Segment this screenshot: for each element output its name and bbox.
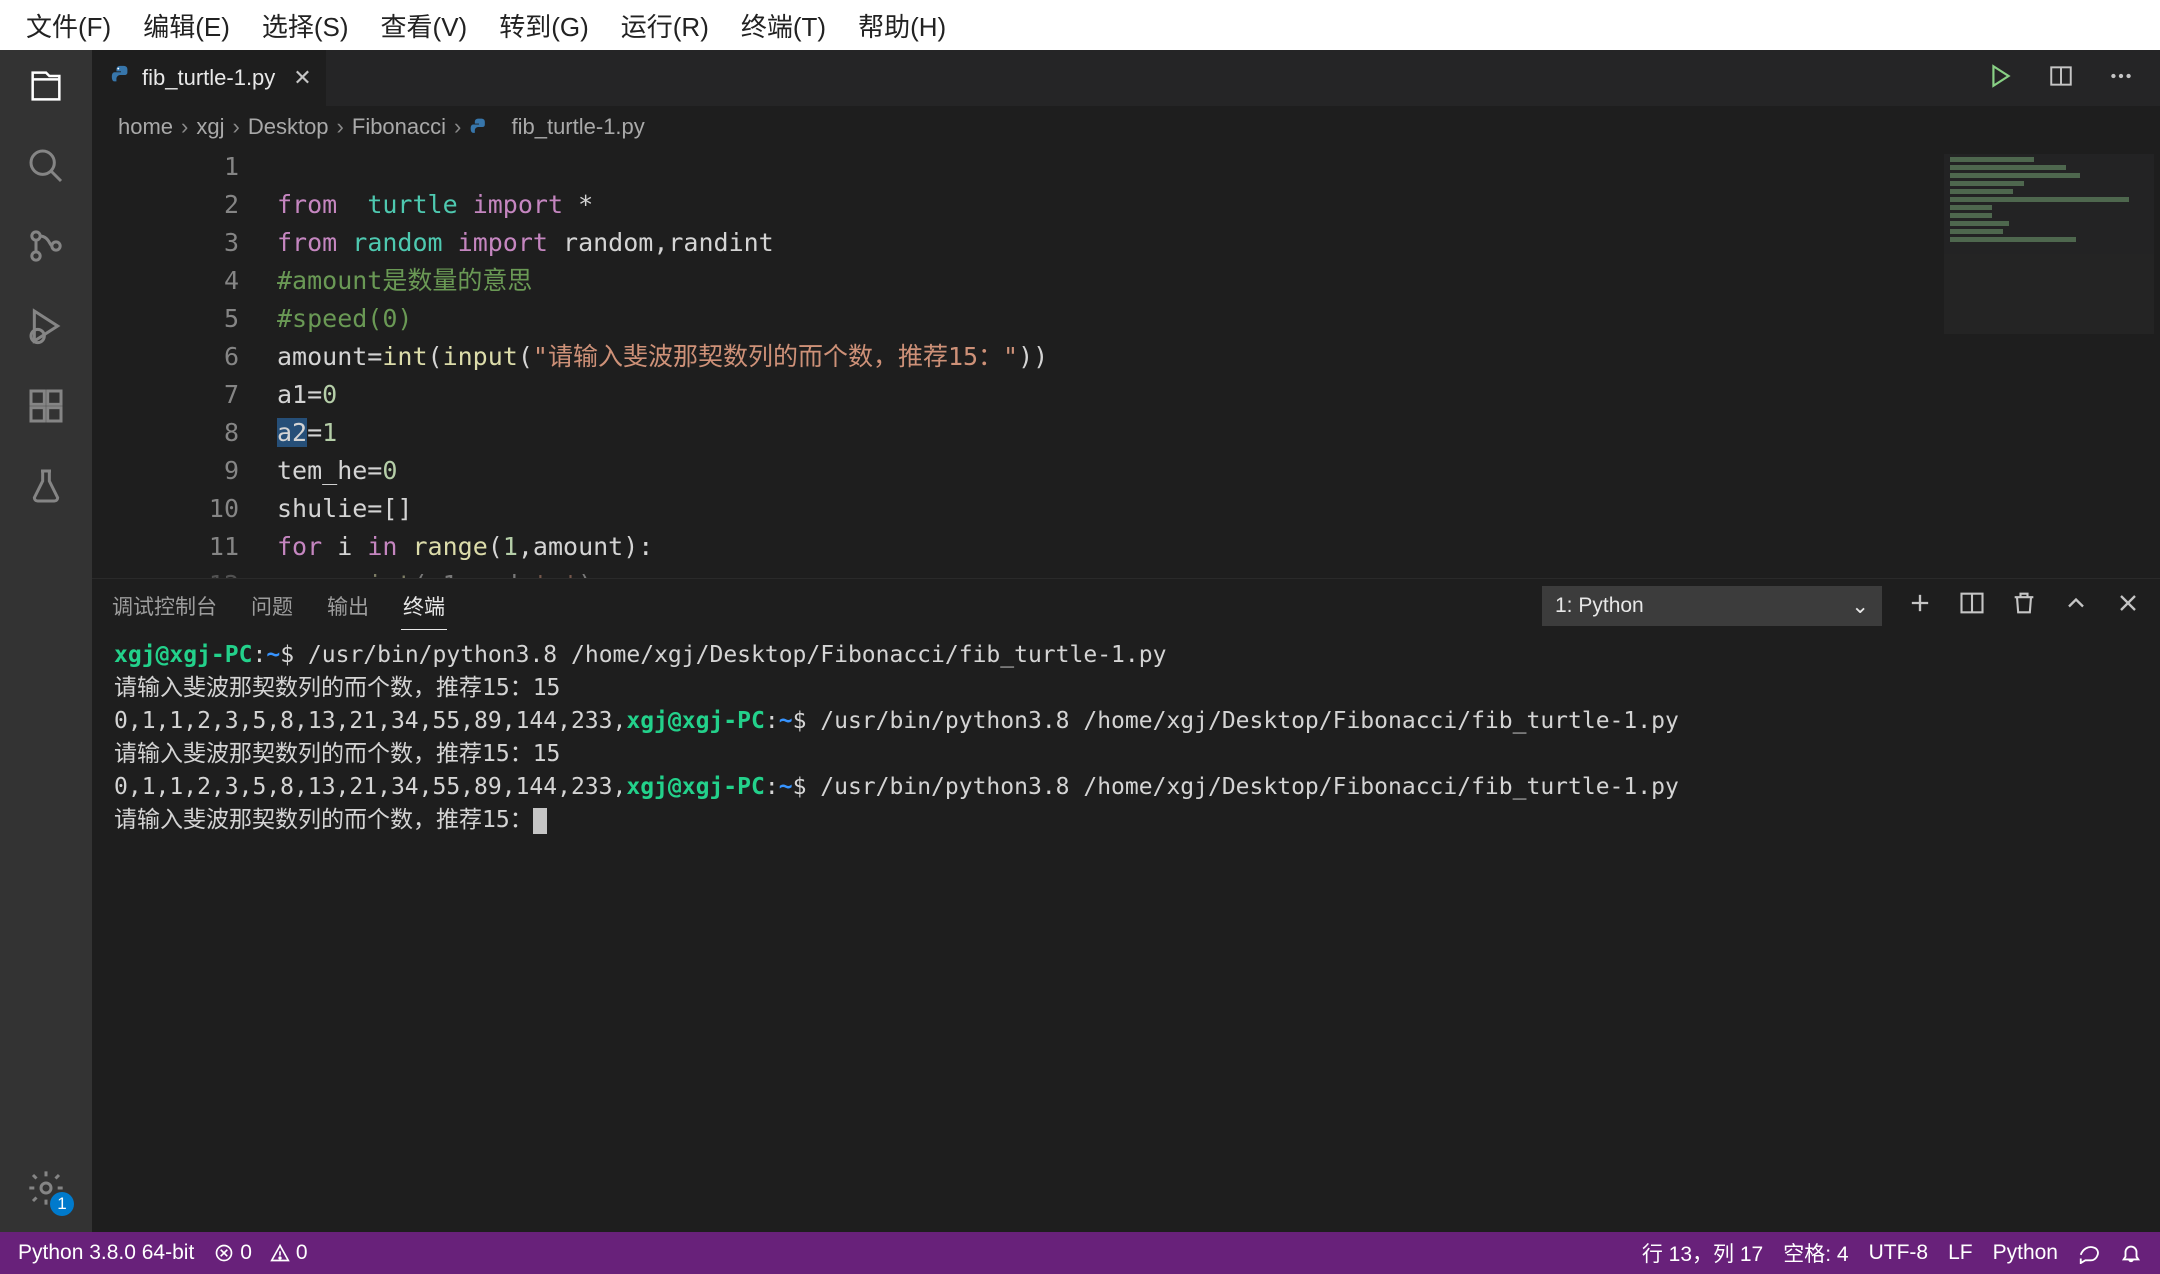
status-feedback-icon[interactable] [2078, 1242, 2100, 1264]
status-encoding[interactable]: UTF-8 [1869, 1241, 1929, 1265]
crumb-user[interactable]: xgj [196, 114, 224, 140]
split-terminal-icon[interactable] [1958, 589, 1986, 623]
python-file-icon [110, 64, 132, 92]
settings-badge: 1 [50, 1192, 74, 1216]
terminal[interactable]: xgj@xgj-PC:~$ /usr/bin/python3.8 /home/x… [92, 633, 2160, 1232]
menu-file[interactable]: 文件(F) [10, 7, 127, 44]
status-python[interactable]: Python 3.8.0 64-bit [18, 1241, 194, 1265]
chevron-right-icon: › [337, 114, 344, 140]
menu-view[interactable]: 查看(V) [365, 7, 484, 44]
tab-bar: fib_turtle-1.py ✕ [92, 50, 2160, 106]
panel-tab-terminal[interactable]: 终端 [401, 583, 447, 630]
run-debug-icon[interactable] [24, 304, 68, 348]
panel-tabs: 调试控制台 问题 输出 终端 1: Python ⌄ [92, 579, 2160, 633]
status-spaces[interactable]: 空格: 4 [1783, 1238, 1848, 1268]
settings-gear-icon[interactable]: 1 [24, 1166, 68, 1210]
status-bar: Python 3.8.0 64-bit 0 0 行 13，列 17 空格: 4 … [0, 1232, 2160, 1274]
editor[interactable]: 123456789101112 from turtle import * fro… [92, 148, 2160, 578]
crumb-home[interactable]: home [118, 114, 173, 140]
code-content[interactable]: from turtle import * from random import … [277, 148, 2160, 578]
chevron-right-icon: › [181, 114, 188, 140]
crumb-folder[interactable]: Fibonacci [352, 114, 446, 140]
status-errors[interactable]: 0 0 [214, 1241, 307, 1265]
line-number-gutter: 123456789101112 [92, 148, 277, 578]
status-notifications-icon[interactable] [2120, 1242, 2142, 1264]
chevron-right-icon: › [454, 114, 461, 140]
menu-edit[interactable]: 编辑(E) [127, 7, 246, 44]
more-actions-icon[interactable] [2108, 63, 2134, 93]
source-control-icon[interactable] [24, 224, 68, 268]
explorer-icon[interactable] [24, 64, 68, 108]
close-panel-icon[interactable] [2114, 589, 2142, 623]
activitybar: 1 [0, 50, 92, 1232]
panel-tab-debug-console[interactable]: 调试控制台 [110, 583, 219, 629]
menu-terminal[interactable]: 终端(T) [725, 7, 842, 44]
panel-tab-output[interactable]: 输出 [325, 583, 371, 629]
panel-tab-problems[interactable]: 问题 [249, 583, 295, 629]
extensions-icon[interactable] [24, 384, 68, 428]
tab-file[interactable]: fib_turtle-1.py ✕ [92, 50, 326, 106]
maximize-panel-icon[interactable] [2062, 589, 2090, 623]
terminal-selector[interactable]: 1: Python ⌄ [1542, 586, 1882, 626]
panel: 调试控制台 问题 输出 终端 1: Python ⌄ [92, 578, 2160, 1232]
minimap[interactable] [1944, 154, 2154, 334]
search-icon[interactable] [24, 144, 68, 188]
terminal-cursor [533, 808, 547, 834]
status-cursor[interactable]: 行 13，列 17 [1642, 1238, 1763, 1268]
menu-go[interactable]: 转到(G) [483, 7, 605, 44]
status-lang[interactable]: Python [1993, 1241, 2058, 1265]
run-button[interactable] [1988, 63, 2014, 93]
crumb-file[interactable]: fib_turtle-1.py [469, 114, 644, 140]
menubar: 文件(F) 编辑(E) 选择(S) 查看(V) 转到(G) 运行(R) 终端(T… [0, 0, 2160, 50]
chevron-down-icon: ⌄ [1851, 594, 1869, 619]
menu-help[interactable]: 帮助(H) [842, 7, 962, 44]
menu-select[interactable]: 选择(S) [246, 7, 365, 44]
chevron-right-icon: › [233, 114, 240, 140]
new-terminal-icon[interactable] [1906, 589, 1934, 623]
status-eol[interactable]: LF [1948, 1241, 1973, 1265]
menu-run[interactable]: 运行(R) [605, 7, 725, 44]
tab-close-icon[interactable]: ✕ [293, 65, 311, 91]
tab-label: fib_turtle-1.py [142, 65, 275, 91]
breadcrumb[interactable]: home › xgj › Desktop › Fibonacci › fib_t… [92, 106, 2160, 148]
crumb-desktop[interactable]: Desktop [248, 114, 329, 140]
split-editor-icon[interactable] [2048, 63, 2074, 93]
beaker-icon[interactable] [24, 464, 68, 508]
kill-terminal-icon[interactable] [2010, 589, 2038, 623]
